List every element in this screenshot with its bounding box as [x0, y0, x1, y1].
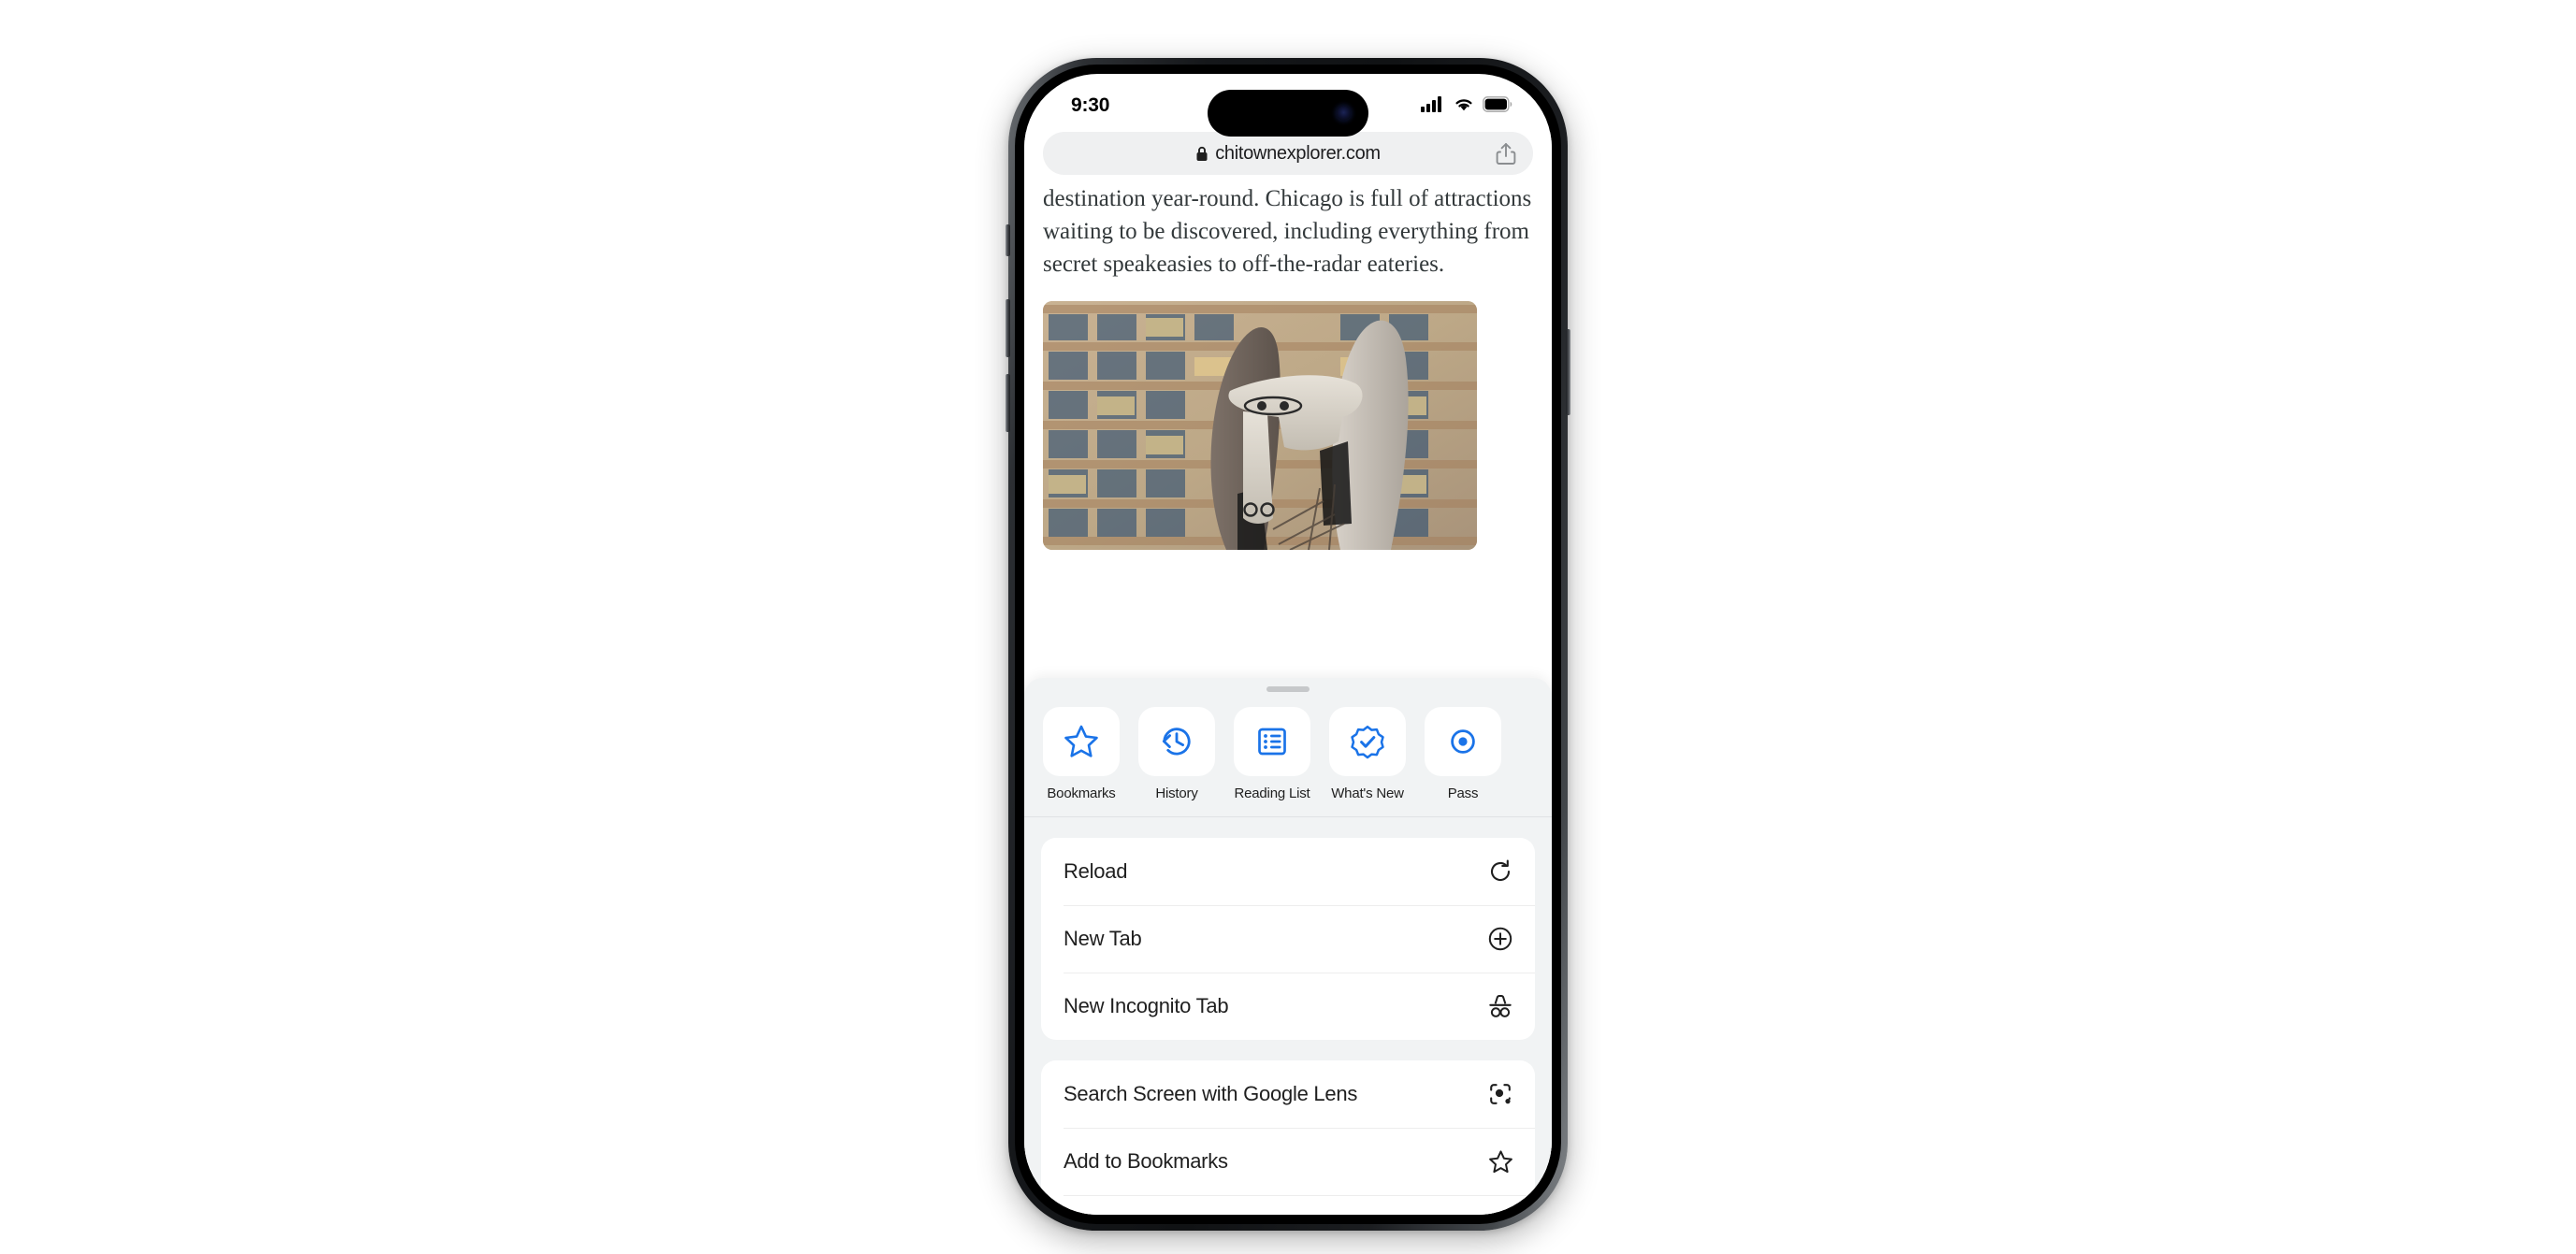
shortcut-tile[interactable] — [1043, 707, 1120, 776]
shortcut-label: Pass — [1447, 786, 1479, 801]
shortcut-bookmarks[interactable]: Bookmarks — [1043, 707, 1120, 801]
dynamic-island — [1208, 90, 1368, 137]
shortcut-tile[interactable] — [1234, 707, 1310, 776]
signal-bars-icon — [1421, 96, 1441, 112]
sheet-divider — [1024, 816, 1552, 817]
shortcut-tile[interactable] — [1138, 707, 1215, 776]
battery-full-icon — [1483, 95, 1512, 112]
incognito-icon — [1486, 992, 1514, 1020]
star-outline-icon — [1064, 725, 1098, 757]
shortcut-label: Reading List — [1234, 786, 1310, 801]
share-icon — [1496, 142, 1516, 165]
menu-item-add-to-reading-list[interactable]: Add to Reading List — [1041, 1195, 1535, 1215]
url-text: chitownexplorer.com — [1215, 142, 1381, 164]
article-paragraph: destination year-round. Chicago is full … — [1043, 186, 1532, 277]
menu-item-label: New Tab — [1064, 927, 1142, 950]
iphone-device-frame: destination year-round. Chicago is full … — [1006, 58, 1570, 1231]
new-badge-check-icon — [1351, 725, 1384, 759]
shortcut-history[interactable]: History — [1138, 707, 1215, 801]
screenshot-canvas: destination year-round. Chicago is full … — [0, 0, 2576, 1254]
status-indicators — [1421, 95, 1512, 112]
wifi-icon — [1455, 99, 1472, 111]
reading-list-icon — [1258, 728, 1286, 756]
menu-item-label: Search Screen with Google Lens — [1064, 1082, 1358, 1105]
google-lens-icon — [1486, 1080, 1514, 1108]
shortcut-tile[interactable] — [1329, 707, 1406, 776]
power-button[interactable] — [1566, 329, 1570, 415]
article-image — [1043, 301, 1477, 550]
front-camera-lens — [1337, 106, 1351, 121]
menu-item-search-screen-google-lens[interactable]: Search Screen with Google Lens — [1041, 1060, 1535, 1128]
menu-item-new-tab[interactable]: New Tab — [1041, 905, 1535, 973]
shortcut-whats-new[interactable]: What's New — [1329, 707, 1406, 801]
menu-item-label: Add to Bookmarks — [1064, 1149, 1228, 1173]
menu-item-add-to-bookmarks[interactable]: Add to Bookmarks — [1041, 1128, 1535, 1195]
reload-icon — [1486, 858, 1514, 886]
menu-group-tabs: Reload New Tab New Incognito Tab — [1041, 838, 1535, 1040]
article-body: destination year-round. Chicago is full … — [1024, 182, 1552, 281]
shortcut-row: Bookmarks History Reading List What's Ne… — [1024, 692, 1552, 801]
volume-down-button[interactable] — [1006, 374, 1010, 432]
menu-item-new-incognito-tab[interactable]: New Incognito Tab — [1041, 973, 1535, 1040]
shortcut-label: What's New — [1331, 786, 1404, 801]
phone-screen: destination year-round. Chicago is full … — [1024, 74, 1552, 1215]
lock-icon — [1196, 146, 1208, 161]
silence-switch-button[interactable] — [1006, 224, 1010, 256]
status-time: 9:30 — [1071, 94, 1110, 116]
menu-group-actions: Search Screen with Google Lens Add to Bo… — [1041, 1060, 1535, 1215]
menu-item-reload[interactable]: Reload — [1041, 838, 1535, 905]
menu-item-label: Reload — [1064, 859, 1128, 883]
share-button[interactable] — [1494, 141, 1518, 166]
url-bar[interactable]: chitownexplorer.com — [1043, 132, 1533, 175]
history-clock-icon — [1162, 728, 1191, 756]
shortcut-passwords[interactable]: Pass — [1425, 707, 1501, 801]
browser-menu-sheet: Bookmarks History Reading List What's Ne… — [1024, 678, 1552, 1215]
status-bar: 9:30 — [1024, 74, 1552, 137]
menu-item-label: New Incognito Tab — [1064, 994, 1229, 1017]
shortcut-reading-list[interactable]: Reading List — [1234, 707, 1310, 801]
star-outline-icon — [1486, 1147, 1514, 1175]
passwords-key-icon — [1451, 729, 1475, 754]
browser-toolbar: chitownexplorer.com — [1024, 132, 1552, 182]
plus-circle-icon — [1486, 925, 1514, 953]
shortcut-tile[interactable] — [1425, 707, 1501, 776]
shortcut-label: History — [1155, 786, 1198, 801]
volume-up-button[interactable] — [1006, 299, 1010, 357]
shortcut-label: Bookmarks — [1047, 786, 1116, 801]
url-bar-center[interactable]: chitownexplorer.com — [1043, 143, 1533, 165]
